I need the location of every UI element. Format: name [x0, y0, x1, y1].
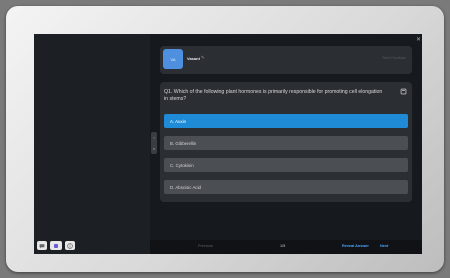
close-icon[interactable]: ✕ [416, 36, 421, 43]
chat-icon[interactable] [37, 241, 47, 250]
next-button[interactable]: Next [380, 244, 388, 248]
app-screen: Classroom ID : 2802657134 On the case Wh… [34, 34, 422, 254]
info-icon[interactable] [65, 241, 75, 250]
side-collapse-control[interactable]: › × [151, 132, 157, 154]
option-b[interactable]: B. Gibberellin [164, 136, 408, 150]
previous-button[interactable]: Previous [198, 244, 213, 248]
option-c[interactable]: C. Cytokinin [164, 158, 408, 172]
option-a[interactable]: A. Auxin [164, 114, 408, 128]
question-footer: Previous 1/5 Reveal Answer Next [150, 240, 422, 254]
close-panel-icon[interactable]: × [153, 146, 155, 151]
reveal-answer-button[interactable]: Reveal Answer [342, 244, 369, 248]
question-card: Q1. Which of the following plant hormone… [160, 82, 412, 202]
edit-icon[interactable]: ✎ [201, 55, 205, 61]
left-panel [34, 34, 150, 254]
bottom-toolbar [37, 241, 75, 250]
app-icon[interactable] [50, 241, 62, 250]
feedback-link[interactable]: Send Feedback [382, 56, 406, 60]
bookmark-icon[interactable] [400, 88, 407, 97]
option-d[interactable]: D. Abscisic Acid [164, 180, 408, 194]
avatar: VA [163, 49, 183, 69]
page-indicator: 1/5 [280, 244, 286, 248]
chevron-icon[interactable]: › [153, 135, 154, 140]
user-name: Vasant [187, 56, 200, 61]
question-text: Q1. Which of the following plant hormone… [164, 89, 383, 102]
user-card: VA Vasant ✎ Send Feedback [160, 46, 412, 74]
